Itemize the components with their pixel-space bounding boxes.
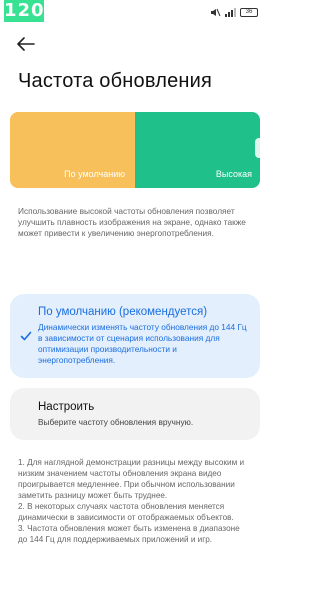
option-custom-subtitle: Выберите частоту обновления вручную. — [38, 417, 194, 427]
back-button[interactable] — [14, 32, 38, 56]
refresh-rate-badge: 120 — [4, 0, 45, 22]
mute-icon — [211, 8, 221, 17]
battery-icon: 36 — [240, 8, 258, 17]
option-custom-title: Настроить — [38, 401, 95, 413]
option-default-title: По умолчанию (рекомендуется) — [38, 306, 208, 318]
preview-default-label: По умолчанию — [64, 169, 125, 179]
preview-handle — [255, 138, 260, 158]
preview-default-pane: По умолчанию — [10, 112, 135, 188]
description-text: Использование высокой частоты обновления… — [18, 206, 246, 238]
preview-high-label: Высокая — [215, 169, 252, 179]
note-3: 3. Частота обновления может быть изменен… — [18, 524, 240, 544]
notes: 1. Для наглядной демонстрации разницы ме… — [18, 457, 250, 545]
note-2: 2. В некоторых случаях частота обновлени… — [18, 502, 234, 522]
note-1: 1. Для наглядной демонстрации разницы ме… — [18, 458, 245, 500]
check-icon — [20, 331, 32, 341]
arrow-left-icon — [17, 37, 35, 51]
status-bar: 120 36 — [0, 0, 270, 26]
status-icons: 36 — [210, 8, 258, 17]
page-title: Частота обновления — [18, 70, 213, 92]
preview-high-pane: Высокая — [135, 112, 260, 188]
option-default-subtitle: Динамически изменять частоту обновления … — [38, 322, 247, 365]
option-custom[interactable]: Настроить Выберите частоту обновления вр… — [10, 388, 260, 440]
signal-icon — [225, 8, 236, 17]
refresh-rate-preview: По умолчанию Высокая — [10, 112, 260, 188]
option-default[interactable]: По умолчанию (рекомендуется) Динамически… — [10, 294, 260, 378]
